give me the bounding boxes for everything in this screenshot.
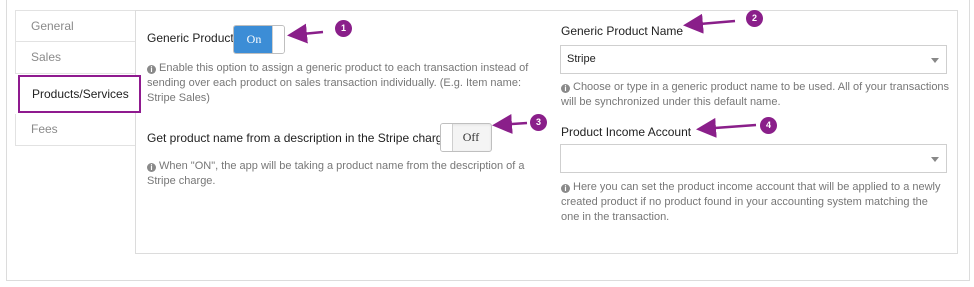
description-name-label: Get product name from a description in t… xyxy=(147,131,450,145)
tab-general[interactable]: General xyxy=(15,10,136,42)
product-income-account-label: Product Income Account xyxy=(561,125,692,139)
generic-product-name-label: Generic Product Name xyxy=(561,24,684,38)
toggle-knob xyxy=(272,26,284,53)
info-circle-icon: i xyxy=(561,184,570,193)
description-name-help: i When "ON", the app will be taking a pro… xyxy=(147,159,537,189)
info-circle-icon: i xyxy=(147,65,156,74)
info-circle-icon: i xyxy=(147,163,156,172)
generic-product-toggle[interactable]: On xyxy=(233,25,285,54)
generic-product-help-text: Enable this option to assign a generic p… xyxy=(147,62,529,104)
generic-product-name-help: i Choose or type in a generic product nam… xyxy=(561,80,951,110)
toggle-on-label: On xyxy=(234,26,274,53)
chevron-down-icon xyxy=(931,157,939,162)
annotation-badge-4: 4 xyxy=(760,117,777,134)
annotation-badge-1: 1 xyxy=(335,20,352,37)
tab-sales[interactable]: Sales xyxy=(15,42,136,74)
annotation-badge-3: 3 xyxy=(530,114,547,131)
generic-product-name-select[interactable]: Stripe xyxy=(560,45,947,74)
description-name-toggle[interactable]: Off xyxy=(440,123,492,152)
product-income-account-help: i Here you can set the product income acc… xyxy=(561,180,941,225)
generic-product-name-value: Stripe xyxy=(567,53,596,65)
chevron-down-icon xyxy=(931,58,939,63)
toggle-off-label: Off xyxy=(462,130,480,144)
description-name-help-text: When "ON", the app will be taking a prod… xyxy=(147,160,525,187)
settings-tabs: General Sales Products/Services Fees xyxy=(15,10,141,146)
generic-product-help: i Enable this option to assign a generic … xyxy=(147,61,537,106)
info-circle-icon: i xyxy=(561,84,570,93)
annotation-badge-2: 2 xyxy=(746,10,763,27)
product-income-account-select[interactable] xyxy=(560,144,947,173)
tab-products-services[interactable]: Products/Services xyxy=(18,75,141,113)
product-income-account-help-text: Here you can set the product income acco… xyxy=(561,181,941,223)
generic-product-label: Generic Product xyxy=(147,31,234,45)
generic-product-name-help-text: Choose or type in a generic product name… xyxy=(561,81,950,108)
tab-fees[interactable]: Fees xyxy=(15,114,136,146)
